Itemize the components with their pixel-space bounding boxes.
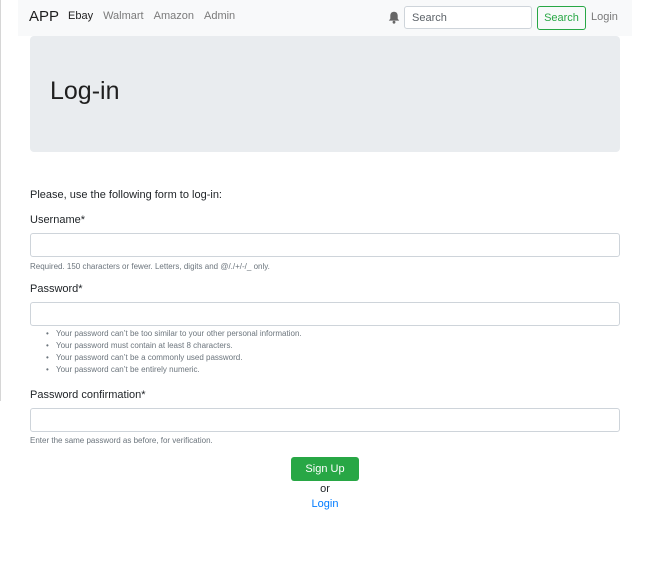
bell-icon[interactable] bbox=[388, 11, 400, 24]
or-separator: or bbox=[320, 483, 330, 495]
username-field[interactable] bbox=[30, 233, 620, 257]
form-intro: Please, use the following form to log-in… bbox=[30, 189, 222, 201]
search-button[interactable]: Search bbox=[537, 6, 586, 30]
nav-link-login[interactable]: Login bbox=[591, 11, 618, 23]
nav-links: Ebay Walmart Amazon Admin bbox=[68, 10, 245, 22]
username-help: Required. 150 characters or fewer. Lette… bbox=[30, 262, 270, 271]
login-link[interactable]: Login bbox=[0, 498, 650, 510]
nav-link-admin[interactable]: Admin bbox=[204, 10, 235, 22]
page-title: Log-in bbox=[50, 77, 120, 105]
password-rules: Your password can’t be too similar to yo… bbox=[46, 328, 302, 376]
password-confirm-label: Password confirmation* bbox=[30, 389, 146, 401]
nav-link-amazon[interactable]: Amazon bbox=[154, 10, 194, 22]
password-rule: Your password can’t be a commonly used p… bbox=[46, 352, 302, 364]
password-rule: Your password can’t be too similar to yo… bbox=[46, 328, 302, 340]
left-border bbox=[0, 0, 1, 401]
sign-up-button[interactable]: Sign Up bbox=[291, 457, 359, 481]
password-rule: Your password can’t be entirely numeric. bbox=[46, 364, 302, 376]
password-label: Password* bbox=[30, 283, 83, 295]
search-input[interactable] bbox=[404, 6, 532, 29]
password-field[interactable] bbox=[30, 302, 620, 326]
brand-logo[interactable]: APP bbox=[29, 8, 59, 25]
header-banner: Log-in bbox=[30, 36, 620, 152]
password-confirm-help: Enter the same password as before, for v… bbox=[30, 436, 213, 445]
nav-link-ebay[interactable]: Ebay bbox=[68, 10, 93, 22]
password-rule: Your password must contain at least 8 ch… bbox=[46, 340, 302, 352]
navbar: APP Ebay Walmart Amazon Admin Search Log… bbox=[18, 0, 632, 36]
password-confirm-field[interactable] bbox=[30, 408, 620, 432]
nav-link-walmart[interactable]: Walmart bbox=[103, 10, 144, 22]
username-label: Username* bbox=[30, 214, 86, 226]
